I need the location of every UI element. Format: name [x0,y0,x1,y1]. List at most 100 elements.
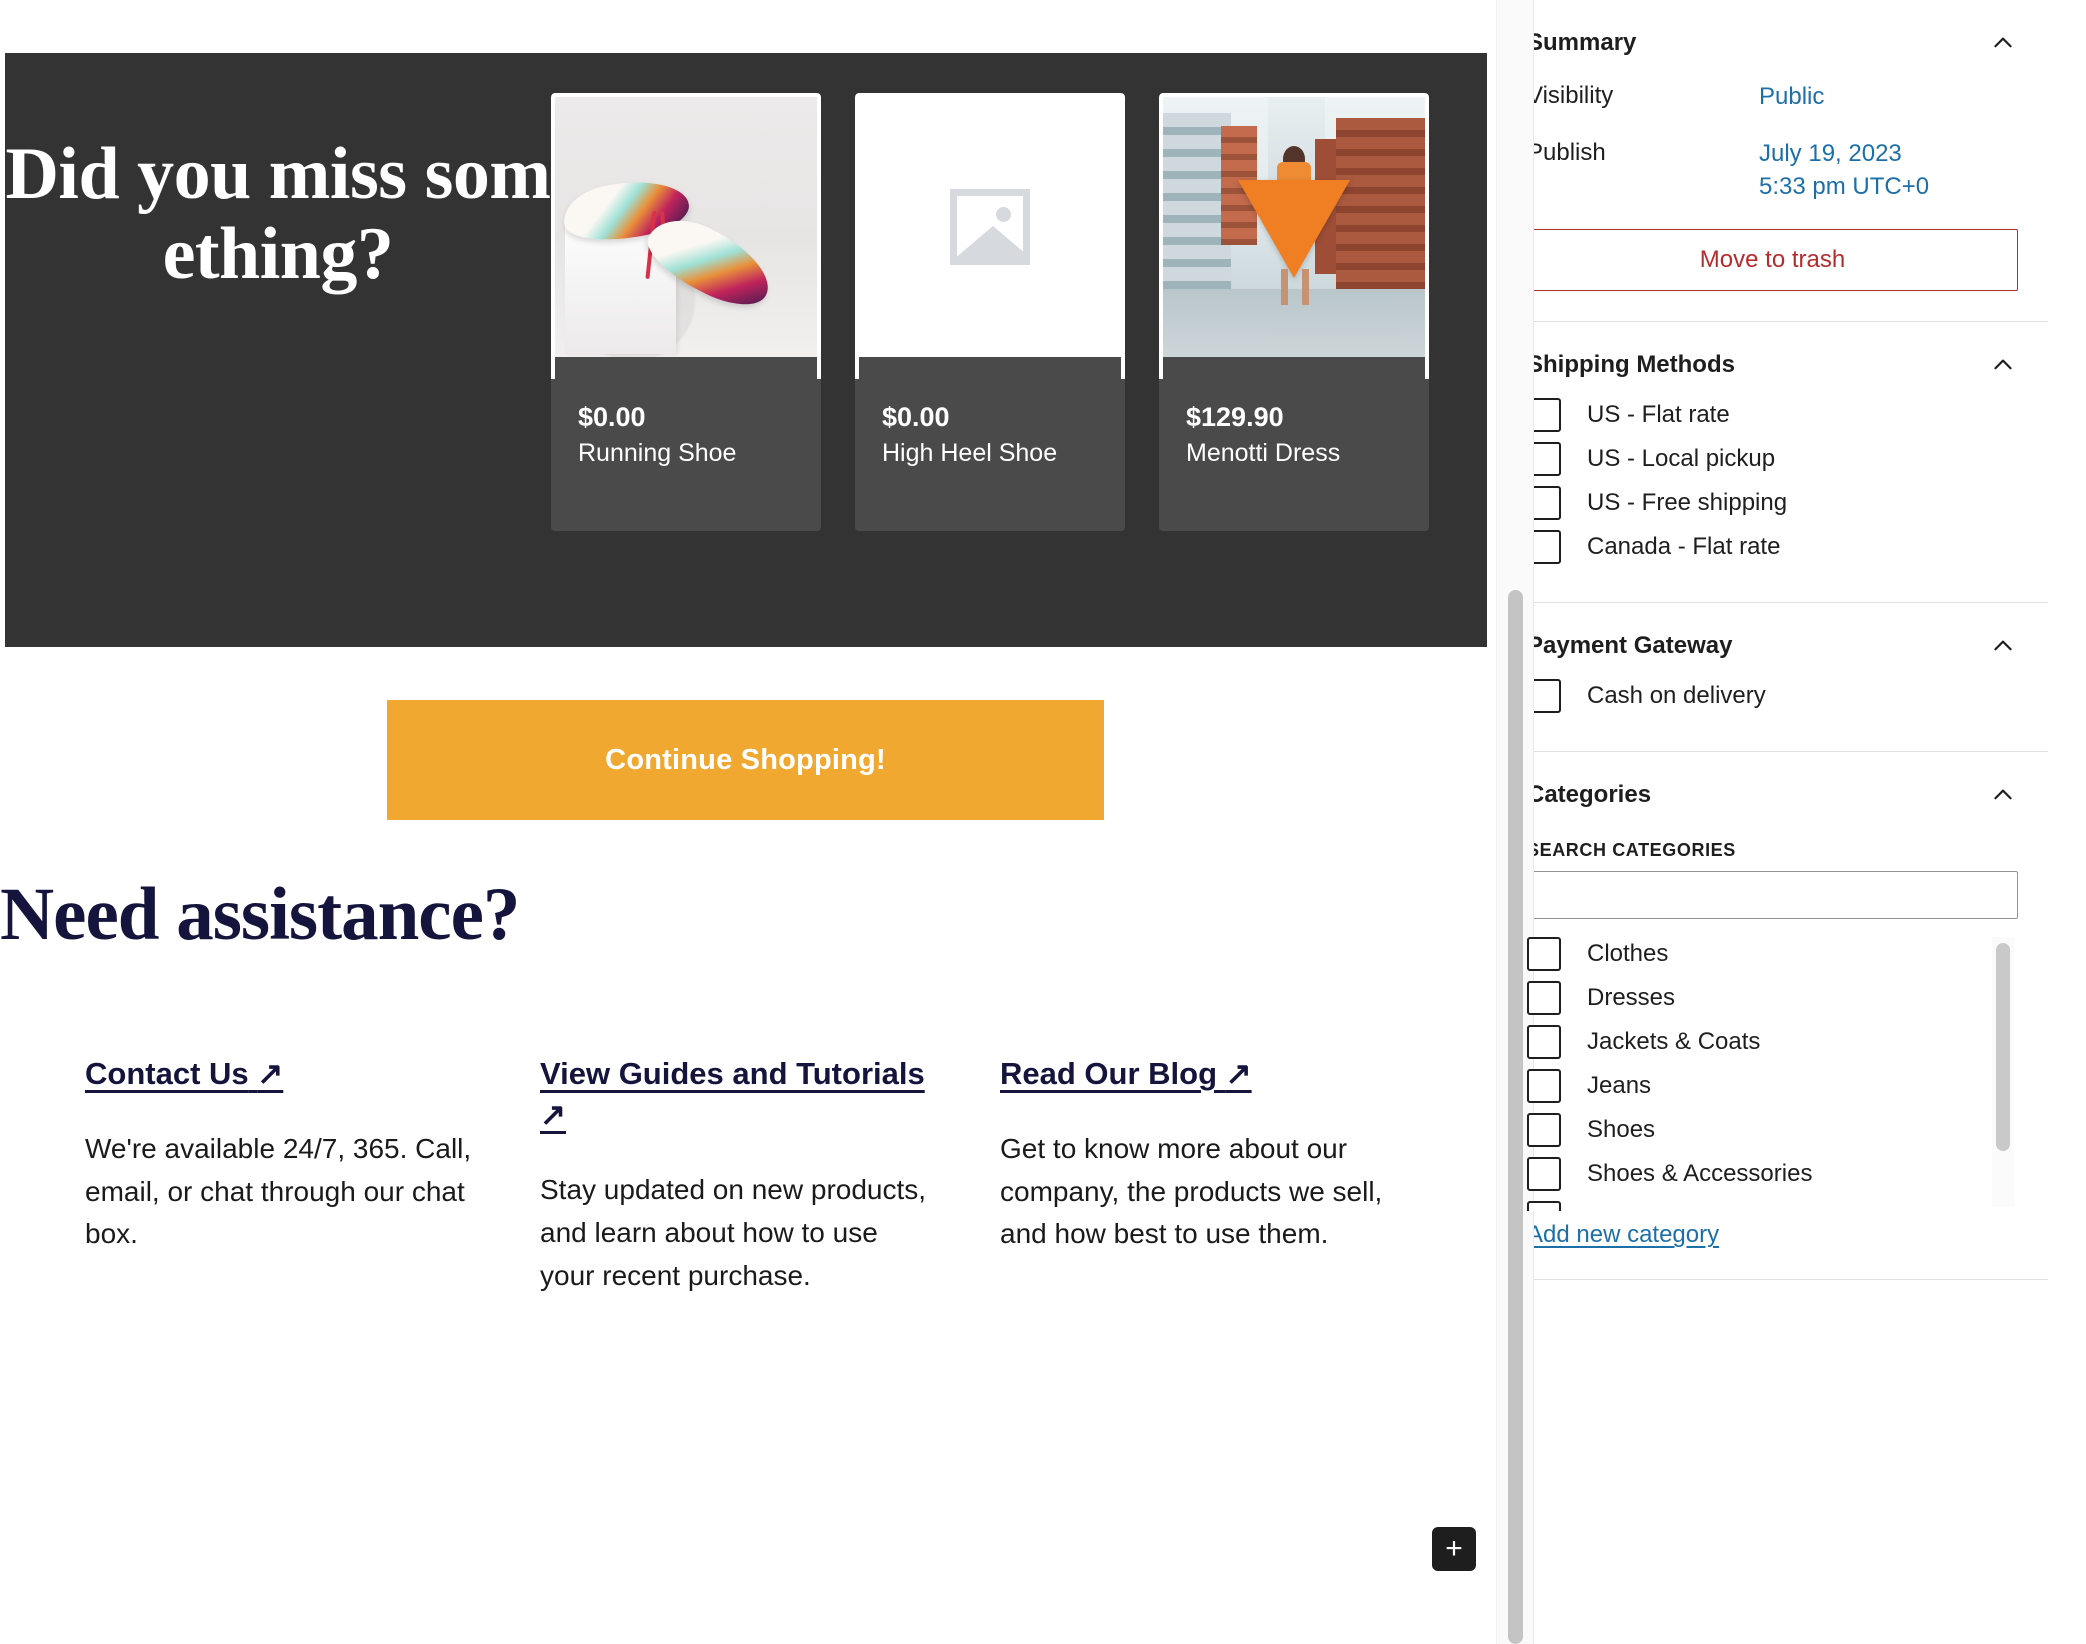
product-card[interactable]: $0.00 High Heel Shoe [855,93,1125,531]
category-option-label: Shoes & Accessories [1587,1160,1813,1188]
publish-time: 5:33 pm UTC+0 [1759,173,1930,201]
payment-option-label: Cash on delivery [1587,682,1766,710]
link-label: View Guides and Tutorials [540,1056,925,1091]
canvas-scrollbar-thumb[interactable] [1508,590,1523,1644]
external-link-arrow-icon: ↗ [257,1056,284,1091]
settings-sidebar: Summary Visibility Public Publish July 1… [1496,0,2048,1644]
publish-label: Publish [1527,139,1606,167]
visibility-value-button[interactable]: Public [1759,80,1824,113]
product-card[interactable]: $129.90 Menotti Dress [1159,93,1429,531]
visibility-row: Visibility Public [1527,70,2018,127]
product-image-frame [1159,93,1429,379]
checkbox[interactable] [1527,981,1561,1016]
payment-gateway-panel: Payment Gateway Cash on delivery [1497,603,2048,753]
payment-gateway-list: Cash on delivery [1527,673,2018,751]
add-new-category-link[interactable]: Add new category [1527,1221,1719,1249]
image-caption-strip [859,357,1121,379]
hero-banner-block[interactable]: Did you miss something? $0.00 Running Sh… [5,53,1487,647]
product-card[interactable]: $0.00 Running Shoe [551,93,821,531]
summary-panel-title: Summary [1527,29,1637,56]
search-categories-input[interactable] [1527,871,2018,920]
summary-panel-header[interactable]: Summary [1527,0,2018,70]
categories-list-wrapper: Clothes Dresses Jackets & Coats Jeans Sh… [1527,933,2018,1212]
canvas-scrollbar[interactable] [1496,0,1534,1644]
shipping-option-label: US - Free shipping [1587,489,1788,517]
read-our-blog-link[interactable]: Read Our Blog ↗ [1000,1056,1252,1091]
shipping-option[interactable]: US - Local pickup [1527,442,2018,477]
continue-shopping-label: Continue Shopping! [605,743,886,776]
publish-row: Publish July 19, 2023 5:33 pm UTC+0 [1527,127,2018,217]
external-link-arrow-icon: ↗ [1225,1056,1252,1091]
assistance-column: Contact Us ↗ We're available 24/7, 365. … [85,1053,540,1297]
categories-panel: Categories SEARCH CATEGORIES Clothes Dre… [1497,752,2048,1281]
category-option-label: Clothes [1587,940,1669,968]
need-assistance-heading: Need assistance? [0,873,520,956]
category-option[interactable]: Clothes [1527,937,2018,972]
shipping-methods-panel-title: Shipping Methods [1527,351,1735,379]
editor-root: Did you miss something? $0.00 Running Sh… [0,0,2086,1644]
payment-gateway-panel-title: Payment Gateway [1527,632,1733,660]
product-price: $0.00 [578,402,646,432]
category-option-label: Dresses [1587,984,1676,1012]
chevron-up-icon[interactable] [1988,780,2018,810]
payment-gateway-panel-header[interactable]: Payment Gateway [1527,603,2018,673]
product-title: High Heel Shoe [882,438,1058,467]
plus-icon: + [1445,1532,1463,1565]
visibility-label: Visibility [1527,82,1614,109]
category-option[interactable]: Jackets & Coats [1527,1025,2018,1060]
add-block-button[interactable]: + [1432,1527,1476,1571]
shipping-option[interactable]: US - Free shipping [1527,486,2018,521]
checkbox[interactable] [1527,1069,1561,1104]
hero-heading: Did you miss something? [5,133,551,295]
category-option[interactable]: Shoes [1527,1113,2018,1148]
shipping-methods-panel: Shipping Methods US - Flat rate US - Loc… [1497,322,2048,604]
shipping-option[interactable]: Canada - Flat rate [1527,530,2018,565]
categories-panel-header[interactable]: Categories [1527,752,2018,822]
publish-date: July 19, 2023 [1759,140,1902,168]
search-categories-label: SEARCH CATEGORIES [1527,840,1736,861]
shipping-option[interactable]: US - Flat rate [1527,398,2018,433]
assistance-column-body: Get to know more about our company, the … [1000,1133,1383,1250]
category-option[interactable]: Dresses [1527,981,2018,1016]
category-option[interactable]: Shoes & Accessories [1527,1157,2018,1192]
assistance-column: Read Our Blog ↗ Get to know more about o… [1000,1053,1455,1297]
publish-value-button[interactable]: July 19, 2023 5:33 pm UTC+0 [1759,137,1929,203]
chevron-up-icon[interactable] [1988,28,2018,58]
chevron-up-icon[interactable] [1988,631,2018,661]
image-placeholder-icon [859,97,1121,357]
categories-list: Clothes Dresses Jackets & Coats Jeans Sh… [1527,933,2018,1212]
categories-scrollbar[interactable] [1992,937,2014,1208]
product-image-frame [551,93,821,379]
continue-shopping-button[interactable]: Continue Shopping! [387,700,1104,820]
chevron-up-icon[interactable] [1988,350,2018,380]
shipping-methods-panel-header[interactable]: Shipping Methods [1527,322,2018,392]
dress-street-photo [1163,97,1425,357]
checkbox[interactable] [1527,1025,1561,1060]
payment-option[interactable]: Cash on delivery [1527,679,2018,714]
image-caption-strip [1163,357,1425,379]
category-option[interactable] [1527,1201,2018,1212]
view-guides-link[interactable]: View Guides and Tutorials ↗ [540,1056,925,1132]
assistance-column: View Guides and Tutorials ↗ Stay updated… [540,1053,1000,1297]
categories-scrollbar-thumb[interactable] [1996,943,2010,1152]
assistance-column-body: We're available 24/7, 365. Call, email, … [85,1133,472,1250]
shipping-option-label: US - Local pickup [1587,445,1776,473]
category-option-label: Shoes [1587,1116,1656,1144]
checkbox[interactable] [1527,1201,1561,1212]
product-title: Menotti Dress [1186,438,1341,467]
image-caption-strip [555,357,817,379]
shipping-option-label: Canada - Flat rate [1587,533,1781,561]
move-to-trash-button[interactable]: Move to trash [1527,229,2018,292]
post-canvas: Did you miss something? $0.00 Running Sh… [0,0,1496,1644]
product-card-body: $0.00 Running Shoe [551,379,821,531]
contact-us-link[interactable]: Contact Us ↗ [85,1056,283,1091]
summary-panel: Summary Visibility Public Publish July 1… [1497,0,2048,323]
shipping-option-label: US - Flat rate [1587,401,1730,429]
product-card-grid: $0.00 Running Shoe $0.00 High Heel Shoe [551,53,1429,531]
checkbox[interactable] [1527,1113,1561,1148]
checkbox[interactable] [1527,937,1561,972]
product-image-frame [855,93,1125,379]
product-title: Running Shoe [578,438,737,467]
category-option[interactable]: Jeans [1527,1069,2018,1104]
checkbox[interactable] [1527,1157,1561,1192]
